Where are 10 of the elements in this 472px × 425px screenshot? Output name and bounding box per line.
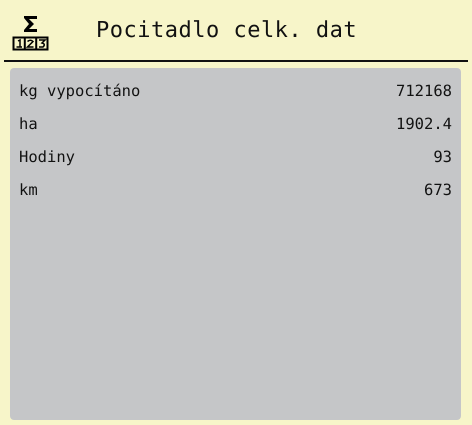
row-value: 93 — [433, 148, 452, 166]
row-label: ha — [19, 114, 38, 132]
sum-counter-icon — [12, 14, 50, 52]
row-value: 712168 — [396, 82, 452, 100]
row-value: 673 — [424, 180, 452, 198]
row-value: 1902.4 — [396, 114, 452, 132]
row-label: km — [19, 180, 38, 198]
row-label: Hodiny — [19, 148, 75, 166]
row-label: kg vypocítáno — [19, 82, 140, 100]
screen-title: Pocitadlo celk. dat — [96, 18, 358, 42]
